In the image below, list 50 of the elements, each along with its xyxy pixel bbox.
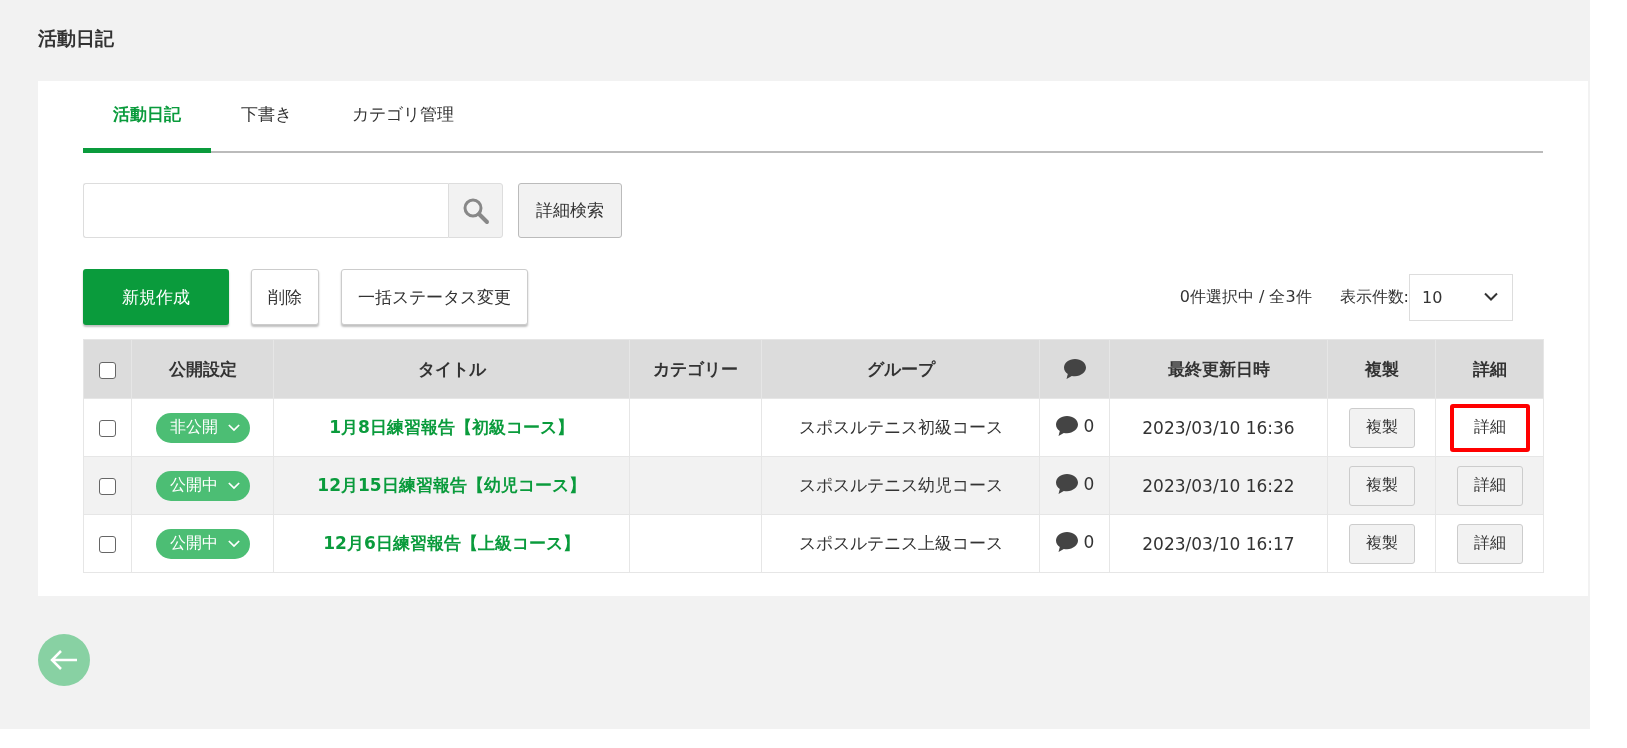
- comment-icon: [1054, 472, 1079, 495]
- search-button[interactable]: [448, 183, 503, 238]
- table-cell: 2023/03/10 16:22: [1109, 456, 1328, 515]
- chevron-icon: [227, 539, 240, 548]
- title-link[interactable]: 1月8日練習報告【初級コース】: [273, 398, 630, 457]
- table-cell: スポスルテニス上級コース: [761, 514, 1040, 573]
- column-header: カテゴリー: [629, 339, 762, 399]
- page-size-select[interactable]: 10: [1409, 273, 1513, 321]
- copy-button[interactable]: 複製: [1348, 407, 1415, 448]
- copy-button[interactable]: 複製: [1348, 465, 1415, 506]
- column-header: タイトル: [273, 339, 630, 399]
- chevron-icon: [227, 423, 240, 432]
- column-header: 複製: [1327, 339, 1436, 399]
- comment-count: 0: [1083, 531, 1095, 552]
- comment-icon: [1054, 530, 1079, 553]
- table-cell: 2023/03/10 16:17: [1109, 514, 1328, 573]
- title-link[interactable]: 12月6日練習報告【上級コース】: [273, 514, 630, 573]
- column-header: 公開設定: [131, 339, 274, 399]
- comment-count: 0: [1083, 473, 1095, 494]
- toolbar-button[interactable]: 一括ステータス変更: [341, 269, 528, 325]
- toolbar-button[interactable]: 削除: [251, 269, 319, 325]
- back-arrow-icon: [50, 649, 78, 671]
- selection-count: 0件選択中 / 全3件: [1179, 286, 1312, 308]
- comment-count: 0: [1083, 415, 1095, 436]
- table-cell: 2023/03/10 16:36: [1109, 398, 1328, 457]
- detail-button[interactable]: 詳細: [1456, 465, 1523, 506]
- search-field[interactable]: [83, 183, 448, 238]
- chevron-icon: [227, 481, 240, 490]
- detail-button[interactable]: 詳細: [1456, 523, 1523, 564]
- column-header: 詳細: [1435, 339, 1544, 399]
- tab[interactable]: 下書き: [211, 81, 322, 153]
- tab[interactable]: 活動日記: [83, 81, 211, 153]
- row-checkbox[interactable]: [99, 478, 116, 495]
- page-size-label: 表示件数:: [1339, 286, 1409, 308]
- create-button[interactable]: 新規作成: [83, 269, 229, 325]
- chevron-icon: [1484, 292, 1498, 302]
- comment-icon: [1062, 358, 1087, 380]
- select-all-checkbox[interactable]: [99, 361, 116, 379]
- page-title: 活動日記: [38, 27, 115, 51]
- row-checkbox[interactable]: [99, 420, 116, 437]
- table-cell: スポスルテニス初級コース: [761, 398, 1040, 457]
- detail-button[interactable]: 詳細: [1449, 403, 1530, 452]
- advanced-search-button[interactable]: 詳細検索: [518, 183, 622, 238]
- tab[interactable]: カテゴリ管理: [322, 81, 484, 153]
- row-checkbox[interactable]: [99, 536, 116, 553]
- column-header: グループ: [761, 339, 1040, 399]
- comment-icon: [1054, 414, 1079, 437]
- column-header: 最終更新日時: [1109, 339, 1328, 399]
- copy-button[interactable]: 複製: [1348, 523, 1415, 564]
- table-cell: スポスルテニス幼児コース: [761, 456, 1040, 515]
